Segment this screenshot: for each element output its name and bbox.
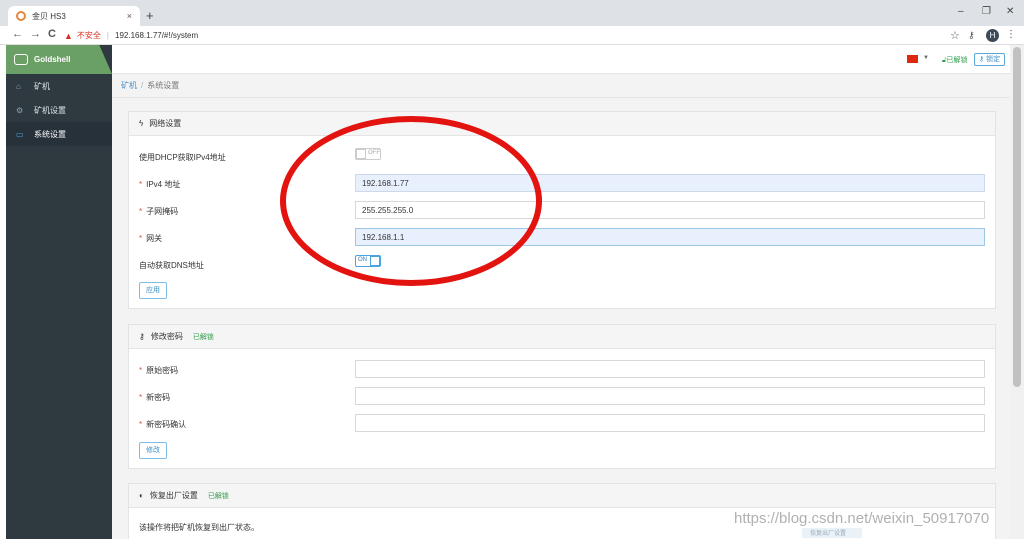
password-key-icon[interactable]: ⚷ [968,30,975,41]
tab-close-icon[interactable]: × [127,11,132,21]
required-mark: * [139,393,143,402]
panel-header: ϟ 网络设置 [129,112,995,136]
minimize-button[interactable]: – [958,6,964,17]
unlocked-badge: 已解锁 [207,492,229,500]
panel-header: ⚷ 修改密码 已解锁 [129,325,995,349]
sidebar-item-label: 矿机设置 [34,105,66,115]
toggle-state: OFF [368,150,380,156]
dns-toggle[interactable]: ON [355,255,381,267]
panel-title: 网络设置 [149,119,182,128]
confirm-password-label: * 新密码确认 [139,419,186,430]
required-mark: * [139,180,143,189]
address-bar-row: ← → C ▲ 不安全 | 192.168.1.77/#!/system ☆ ⚷… [0,26,1024,45]
new-password-label-text: 新密码 [146,393,171,402]
home-icon: ⌂ [16,81,21,91]
old-password-label: * 原始密码 [139,365,178,376]
url-separator: | [106,31,109,40]
required-mark: * [139,366,143,375]
factory-reset-ghost-button: 恢复出厂设置 [802,528,862,538]
site-favicon-icon [16,11,26,21]
subnet-input[interactable] [355,201,985,219]
required-mark: * [139,420,143,429]
tab-title: 金贝 HS3 [32,11,66,21]
toggle-state: ON [358,257,367,263]
warning-icon: ▲ [64,30,73,41]
required-mark: * [139,207,143,216]
apply-button[interactable]: 应用 [139,282,167,299]
ipv4-label: * IPv4 地址 [139,179,180,190]
panel-header: ◐ 恢复出厂设置 已解锁 [129,484,995,508]
sidebar-item-label: 系统设置 [34,129,66,139]
gear-icon: ⚙ [16,105,24,115]
sidebar: Goldshell ⌂ 矿机 ⚙ 矿机设置 ▭ 系统设置 [6,45,112,539]
monitor-icon: ▭ [16,129,24,139]
confirm-password-label-text: 新密码确认 [146,420,187,429]
toggle-knob [356,149,366,159]
old-password-field[interactable] [355,360,985,378]
sidebar-item-miner[interactable]: ⌂ 矿机 [6,74,112,98]
browser-tab-strip: 金贝 HS3 × + – ❐ ✕ [0,0,1024,26]
lock-button-label: 锁定 [986,56,1001,63]
subnet-label: * 子网掩码 [139,206,178,217]
ipv4-label-text: IPv4 地址 [146,180,181,189]
lock-button[interactable]: ⚷ 锁定 [974,53,1006,66]
sidebar-item-label: 矿机 [34,81,50,91]
shield-icon: ◐ [139,491,144,500]
new-password-label: * 新密码 [139,392,170,403]
forward-button[interactable]: → [30,28,41,40]
dns-label: 自动获取DNS地址 [139,261,204,270]
browser-menu-icon[interactable]: ⋮ [1006,29,1016,40]
breadcrumb: 矿机 / 系统设置 [112,74,1010,98]
maximize-button[interactable]: ❐ [982,6,991,17]
dhcp-toggle[interactable]: OFF [355,148,381,160]
unlocked-status: 🔓︎已解锁 [942,55,968,65]
back-button[interactable]: ← [12,28,23,40]
reload-button[interactable]: C [48,28,56,40]
breadcrumb-root-link[interactable]: 矿机 [121,80,137,91]
unlocked-text: 已解锁 [946,57,968,64]
factory-reset-description: 该操作将把矿机恢复到出厂状态。 [139,523,259,532]
ipv4-input[interactable] [355,174,985,192]
old-password-label-text: 原始密码 [146,366,179,375]
goldshell-logo-icon [14,54,28,65]
panel-title: 恢复出厂设置 [149,491,198,500]
brand-logo[interactable]: Goldshell [6,45,112,74]
profile-avatar[interactable]: H [986,29,999,42]
dhcp-label: 使用DHCP获取IPv4地址 [139,153,226,162]
unlocked-badge: 已解锁 [192,333,214,341]
china-flag-icon[interactable] [907,55,918,63]
page-scrollbar[interactable] [1010,45,1024,539]
scrollbar-thumb[interactable] [1013,47,1021,387]
change-password-button[interactable]: 修改 [139,442,167,459]
bookmark-star-icon[interactable]: ☆ [950,29,960,42]
subnet-label-text: 子网掩码 [146,207,179,216]
breadcrumb-separator: / [141,81,144,90]
key-icon: ⚷ [139,332,145,341]
new-password-field[interactable] [355,387,985,405]
sidebar-item-miner-settings[interactable]: ⚙ 矿机设置 [6,98,112,122]
close-window-button[interactable]: ✕ [1006,6,1014,17]
gateway-label-text: 网关 [146,234,163,243]
app-topbar: ▼ 🔓︎已解锁 ⚷ 锁定 [112,45,1010,74]
gateway-label: * 网关 [139,233,162,244]
lightning-icon: ϟ [139,119,144,128]
sidebar-item-system-settings[interactable]: ▭ 系统设置 [6,122,112,146]
insecure-label: 不安全 [76,31,101,40]
new-tab-button[interactable]: + [146,8,154,23]
required-mark: * [139,234,143,243]
toggle-knob [370,256,380,266]
url-field[interactable]: ▲ 不安全 | 192.168.1.77/#!/system [64,28,934,43]
confirm-password-field[interactable] [355,414,985,432]
gateway-input[interactable] [355,228,985,246]
url-text: 192.168.1.77/#!/system [115,31,199,40]
main-content: ϟ 网络设置 使用DHCP获取IPv4地址 OFF *IPv4 地址 *子网掩码… [112,98,1010,539]
change-password-panel: ⚷ 修改密码 已解锁 * 原始密码 * 新密码 * 新密码确认 修改 [128,324,996,469]
csdn-watermark: https://blog.csdn.net/weixin_50917070 [734,510,990,527]
chevron-down-icon[interactable]: ▼ [923,55,929,61]
browser-tab[interactable]: 金贝 HS3 × [8,6,140,26]
panel-title: 修改密码 [150,332,183,341]
brand-name: Goldshell [34,55,71,64]
breadcrumb-current: 系统设置 [147,81,180,90]
network-settings-panel: ϟ 网络设置 使用DHCP获取IPv4地址 OFF *IPv4 地址 *子网掩码… [128,111,996,309]
